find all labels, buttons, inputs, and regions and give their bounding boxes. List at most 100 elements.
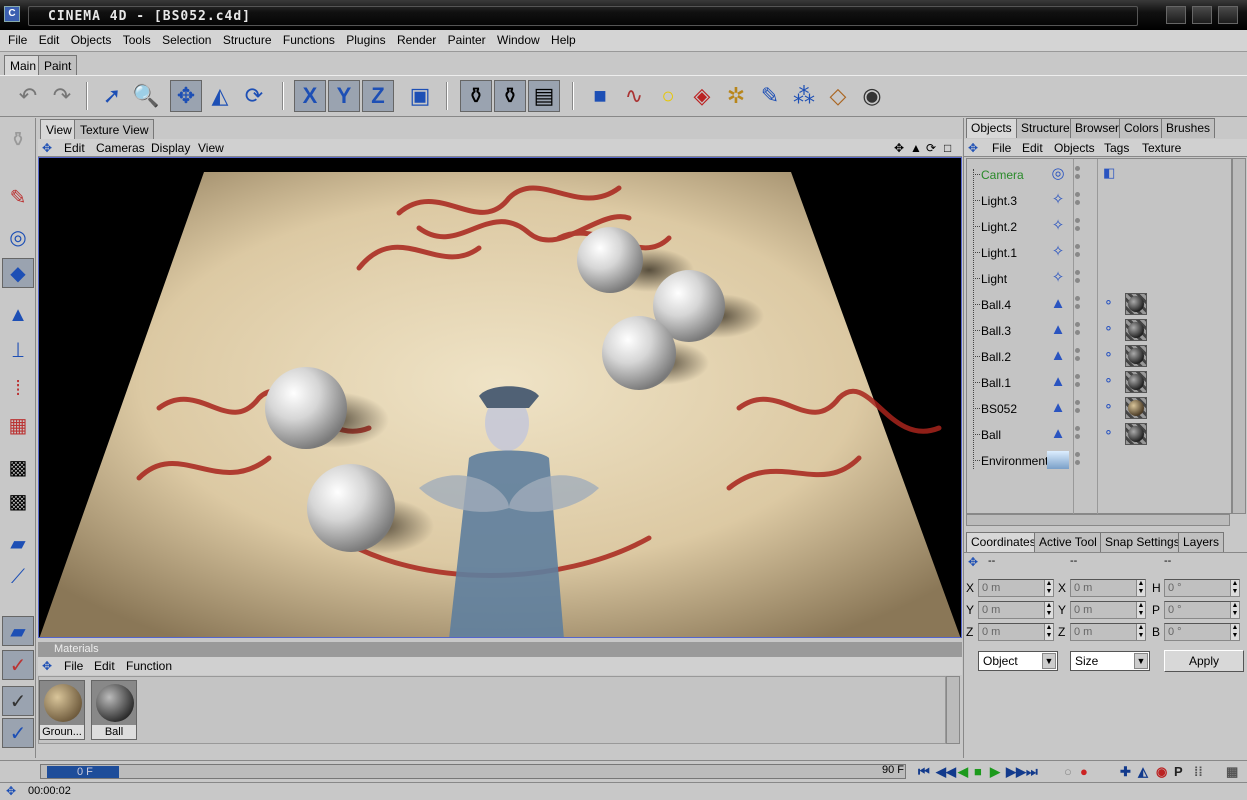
viewport-menu-edit[interactable]: Edit	[64, 141, 85, 155]
particle-icon[interactable]: ⁂	[788, 80, 820, 112]
circle-spline-icon[interactable]: ○	[652, 80, 684, 112]
magnifier-icon[interactable]: 🔍	[130, 80, 162, 112]
workplane-icon[interactable]: ✓	[2, 686, 34, 716]
viewport-drag-icon[interactable]: ✥	[42, 141, 52, 155]
materials-menu-edit[interactable]: Edit	[94, 659, 115, 673]
texture-tag-icon[interactable]	[1125, 345, 1147, 367]
close-button[interactable]	[1218, 6, 1238, 24]
z-axis-lock-icon[interactable]: Z	[362, 80, 394, 112]
x-axis-lock-icon[interactable]: X	[294, 80, 326, 112]
goto-end-icon[interactable]: ⏭	[1026, 764, 1038, 780]
maximize-button[interactable]	[1192, 6, 1212, 24]
viewport-zoom-icon[interactable]: ▲	[910, 141, 922, 155]
object-row-light1[interactable]: Light.1 ✧	[967, 239, 1233, 265]
viewport-menu-cameras[interactable]: Cameras	[96, 141, 145, 155]
undo-icon[interactable]: ↶	[12, 80, 44, 112]
tab-texture-view[interactable]: Texture View	[74, 119, 155, 139]
rotation-track-icon[interactable]: ◉	[1156, 764, 1167, 780]
render-settings-icon[interactable]: ▤	[528, 80, 560, 112]
minimize-button[interactable]	[1166, 6, 1186, 24]
phong-tag-icon[interactable]: ⚬	[1103, 373, 1114, 389]
phong-tag-icon[interactable]: ⚬	[1103, 347, 1114, 363]
size-x-field[interactable]: 0 m ▲ ▼	[1070, 579, 1146, 597]
select-arrow-icon[interactable]: ➚	[96, 80, 128, 112]
object-row-light2[interactable]: Light.2 ✧	[967, 213, 1233, 239]
viewport-menu-display[interactable]: Display	[151, 141, 190, 155]
menu-tools[interactable]: Tools	[123, 30, 151, 47]
objects-menu-objects[interactable]: Objects	[1054, 141, 1095, 155]
materials-scrollbar[interactable]	[946, 676, 960, 744]
timeline-menu-icon[interactable]: ▦	[1226, 764, 1238, 780]
rot-b-field[interactable]: 0 ° ▲ ▼	[1164, 623, 1240, 641]
spline-icon[interactable]: ∿	[618, 80, 650, 112]
materials-menu-file[interactable]: File	[64, 659, 83, 673]
objects-horizontal-scrollbar[interactable]	[966, 514, 1230, 526]
autokey-icon[interactable]: ●	[1080, 764, 1088, 779]
menu-help[interactable]: Help	[551, 30, 576, 47]
nurbs-icon[interactable]: ◈	[686, 80, 718, 112]
pos-y-field[interactable]: 0 m ▲ ▼	[978, 601, 1054, 619]
menu-file[interactable]: File	[8, 30, 27, 47]
tab-colors[interactable]: Colors	[1119, 118, 1164, 138]
object-mode-icon[interactable]: ◆	[2, 258, 34, 288]
coordinate-system-icon[interactable]: ▣	[404, 80, 436, 112]
objects-drag-icon[interactable]: ✥	[968, 141, 978, 155]
object-row-bs052[interactable]: BS052 ▲ ⚬	[967, 395, 1233, 421]
texture-tag-icon[interactable]	[1125, 319, 1147, 341]
menu-render[interactable]: Render	[397, 30, 436, 47]
phong-tag-icon[interactable]: ⚬	[1103, 295, 1114, 311]
play-forward-icon[interactable]: ▶	[990, 764, 1000, 780]
tab-paint[interactable]: Paint	[38, 55, 78, 75]
texture-mode-icon[interactable]: ▩	[2, 452, 34, 482]
camera-light-icon[interactable]: ◉	[856, 80, 888, 112]
object-row-ball2[interactable]: Ball.2 ▲ ⚬	[967, 343, 1233, 369]
tab-browser[interactable]: Browser	[1070, 118, 1125, 138]
tab-structure[interactable]: Structure	[1016, 118, 1075, 138]
materials-menu-function[interactable]: Function	[126, 659, 172, 673]
tab-coordinates[interactable]: Coordinates	[966, 532, 1041, 552]
rot-h-field[interactable]: 0 ° ▲ ▼	[1164, 579, 1240, 597]
tab-layers[interactable]: Layers	[1178, 532, 1225, 552]
redo-icon[interactable]: ↷	[46, 80, 78, 112]
objects-vertical-scrollbar[interactable]	[1232, 158, 1246, 514]
coordinates-drag-icon[interactable]: ✥	[968, 555, 978, 569]
menu-selection[interactable]: Selection	[162, 30, 211, 47]
array-icon[interactable]: ✲	[720, 80, 752, 112]
next-key-icon[interactable]: ▶▶	[1006, 764, 1026, 780]
object-row-environment[interactable]: Environment	[967, 447, 1233, 473]
menu-painter[interactable]: Painter	[448, 30, 486, 47]
object-row-ball[interactable]: Ball ▲ ⚬	[967, 421, 1233, 447]
size-z-field[interactable]: 0 m ▲ ▼	[1070, 623, 1146, 641]
texture-tag-icon[interactable]	[1125, 293, 1147, 315]
phong-tag-icon[interactable]: ⚬	[1103, 399, 1114, 415]
object-row-light[interactable]: Light ✧	[967, 265, 1233, 291]
materials-drag-icon[interactable]: ✥	[42, 659, 52, 673]
tab-view[interactable]: View	[40, 119, 78, 139]
texture-tag-icon[interactable]	[1125, 423, 1147, 445]
3d-viewport[interactable]	[38, 157, 962, 638]
object-row-ball1[interactable]: Ball.1 ▲ ⚬	[967, 369, 1233, 395]
snapping-icon[interactable]: ✓	[2, 650, 34, 680]
paint-icon[interactable]: ✎	[2, 182, 34, 212]
objects-menu-file[interactable]: File	[992, 141, 1011, 155]
tab-brushes[interactable]: Brushes	[1161, 118, 1216, 138]
objects-menu-texture[interactable]: Texture	[1142, 141, 1181, 155]
menu-objects[interactable]: Objects	[71, 30, 112, 47]
size-y-field[interactable]: 0 m ▲ ▼	[1070, 601, 1146, 619]
render-view-icon[interactable]: ⚱	[460, 80, 492, 112]
pos-z-field[interactable]: 0 m ▲ ▼	[978, 623, 1054, 641]
points-mode-icon[interactable]: ⁞	[2, 374, 34, 404]
texture-axis-icon[interactable]: ▩	[2, 486, 34, 516]
cube-primitive-icon[interactable]: ■	[584, 80, 616, 112]
model-axis-icon[interactable]: ▲	[2, 300, 34, 330]
point-level-icon[interactable]: ⁞⁞	[1194, 764, 1203, 779]
render-icon[interactable]: ⚱	[2, 124, 34, 154]
menu-functions[interactable]: Functions	[283, 30, 335, 47]
texture-tag-icon[interactable]	[1125, 371, 1147, 393]
object-axis-icon[interactable]: ⟘	[2, 336, 34, 366]
size-mode-select[interactable]: Size ▼	[1070, 651, 1150, 671]
menu-structure[interactable]: Structure	[223, 30, 272, 47]
tweak-mode-icon[interactable]: ✓	[2, 718, 34, 748]
objects-menu-tags[interactable]: Tags	[1104, 141, 1129, 155]
menu-edit[interactable]: Edit	[39, 30, 60, 47]
